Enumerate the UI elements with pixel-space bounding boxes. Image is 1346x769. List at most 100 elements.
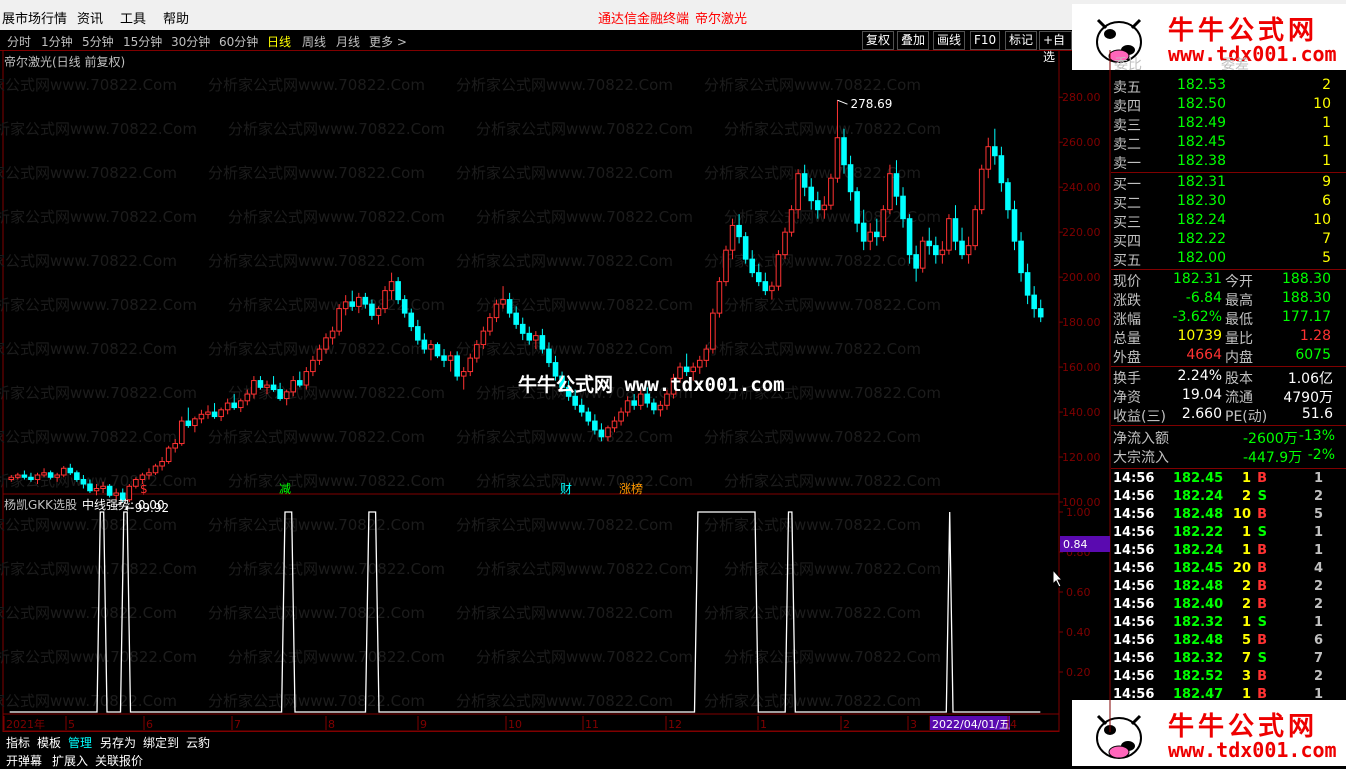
candle-body bbox=[972, 209, 978, 247]
tick-price: 182.32 bbox=[1173, 615, 1224, 630]
candle-body bbox=[546, 348, 552, 364]
background-watermark: 分析家公式网www.70822.Com bbox=[208, 516, 425, 534]
background-watermark: 分析家公式网www.70822.Com bbox=[704, 340, 921, 358]
tick-volume: 10 bbox=[1232, 507, 1251, 522]
period-tab-daily[interactable]: 日线 bbox=[267, 33, 291, 50]
event-marker-reduce[interactable]: 减 bbox=[279, 480, 291, 497]
background-watermark: 分析家公式网www.70822.Com bbox=[0, 560, 197, 578]
candle-body bbox=[959, 240, 965, 256]
flow-label: 大宗流入 bbox=[1113, 450, 1169, 466]
overlay-button[interactable]: 叠加 bbox=[897, 31, 930, 50]
candle-body bbox=[1031, 294, 1037, 310]
period-tab[interactable]: 周线 bbox=[302, 33, 326, 50]
period-tab[interactable]: 月线 bbox=[336, 33, 360, 50]
indicator-title: 杨凯GKK选股 bbox=[4, 498, 78, 512]
x-tick-label: 6 bbox=[146, 718, 153, 731]
tab-template[interactable]: 模板 bbox=[37, 734, 61, 751]
candle-body bbox=[480, 330, 487, 346]
candle-body bbox=[185, 420, 192, 427]
stat-row: 总量 10739 量比 1.28 bbox=[1111, 328, 1337, 347]
tick-side: B bbox=[1257, 597, 1267, 612]
fund-label: 收益(三) bbox=[1113, 409, 1166, 425]
period-tab[interactable]: 30分钟 bbox=[171, 33, 210, 50]
tab-indicator[interactable]: 指标 bbox=[6, 734, 30, 751]
tab-manage[interactable]: 管理 bbox=[68, 734, 92, 751]
background-watermark: 分析家公式网www.70822.Com bbox=[0, 76, 177, 94]
candle-body bbox=[887, 173, 893, 211]
candle-body bbox=[428, 344, 434, 350]
period-tab[interactable]: 1分钟 bbox=[41, 33, 73, 50]
candle-body bbox=[631, 400, 637, 406]
background-watermark: 分析家公式网www.70822.Com bbox=[0, 604, 177, 622]
candle-body bbox=[277, 389, 283, 400]
period-tab[interactable]: 5分钟 bbox=[82, 33, 114, 50]
tick-time: 14:56 bbox=[1113, 651, 1155, 666]
tick-time: 14:56 bbox=[1113, 615, 1155, 630]
tick-price: 182.22 bbox=[1173, 525, 1224, 540]
candle-body bbox=[375, 308, 382, 316]
candle-body bbox=[434, 344, 441, 357]
background-watermark: 分析家公式网www.70822.Com bbox=[476, 560, 693, 578]
candle-body bbox=[198, 413, 205, 420]
candle-body bbox=[1037, 308, 1044, 318]
background-watermark: 分析家公式网www.70822.Com bbox=[0, 472, 197, 490]
adjust-button[interactable]: 复权 bbox=[862, 31, 895, 50]
menu-tools[interactable]: 工具 bbox=[120, 8, 146, 27]
period-tab[interactable]: 60分钟 bbox=[219, 33, 258, 50]
draw-button[interactable]: 画线 bbox=[933, 31, 966, 50]
tab-cloud[interactable]: 云豹 bbox=[186, 734, 210, 751]
flow-pct: -13% bbox=[1298, 428, 1335, 444]
x-tick-label: 9 bbox=[420, 718, 427, 731]
bid-volume: 6 bbox=[1322, 193, 1331, 209]
stat-row: 外盘 4664 内盘 6075 bbox=[1111, 347, 1337, 366]
tick-row: 14:56 182.48 5 B 6 bbox=[1111, 633, 1337, 651]
candle-body bbox=[651, 402, 657, 411]
tab-related-quote[interactable]: 关联报价 bbox=[95, 752, 143, 769]
menu-market[interactable]: 展市场行情 bbox=[2, 8, 67, 27]
candle-body bbox=[788, 209, 795, 233]
fund-label: 流通 bbox=[1225, 390, 1253, 406]
period-more[interactable]: 更多 > bbox=[369, 33, 407, 50]
mark-button[interactable]: 标记 bbox=[1005, 31, 1038, 50]
stat-value: 182.31 bbox=[1173, 271, 1222, 287]
candle-body bbox=[401, 299, 408, 314]
add-watchlist-button[interactable]: +自选 bbox=[1039, 31, 1072, 64]
tab-save-as[interactable]: 另存为 bbox=[100, 734, 136, 751]
background-watermark: 分析家公式网www.70822.Com bbox=[704, 604, 921, 622]
tick-volume: 7 bbox=[1241, 651, 1251, 666]
ask-price: 182.45 bbox=[1177, 134, 1226, 150]
tick-side: S bbox=[1257, 651, 1267, 666]
period-tab[interactable]: 分时 bbox=[7, 33, 31, 50]
menu-help[interactable]: 帮助 bbox=[163, 8, 189, 27]
menu-info[interactable]: 资讯 bbox=[77, 8, 103, 27]
stat-label: 今开 bbox=[1225, 274, 1253, 290]
candle-body bbox=[21, 474, 28, 478]
stat-value: -3.62% bbox=[1172, 309, 1222, 325]
candle-body bbox=[231, 402, 238, 409]
candle-body bbox=[369, 303, 375, 316]
f10-button[interactable]: F10 bbox=[970, 31, 1001, 50]
background-watermark: 分析家公式网www.70822.Com bbox=[456, 692, 673, 710]
tick-price: 182.52 bbox=[1173, 669, 1224, 684]
background-watermark: 分析家公式网www.70822.Com bbox=[228, 120, 445, 138]
flow-pct: -2% bbox=[1307, 447, 1335, 463]
event-marker-dividend[interactable]: $ bbox=[140, 482, 148, 496]
flow-value: -447.9万 bbox=[1243, 450, 1303, 466]
y-tick-label: 0.60 bbox=[1066, 586, 1091, 599]
candle-body bbox=[880, 209, 887, 238]
candle-body bbox=[762, 281, 769, 292]
event-marker-finance[interactable]: 财 bbox=[560, 480, 572, 497]
tick-side: B bbox=[1257, 507, 1267, 522]
bid-level-label: 买三 bbox=[1113, 215, 1141, 231]
background-watermark: 分析家公式网www.70822.Com bbox=[704, 76, 921, 94]
period-tab[interactable]: 15分钟 bbox=[123, 33, 162, 50]
event-marker-rank[interactable]: 涨榜 bbox=[619, 480, 643, 497]
tick-count: 2 bbox=[1313, 597, 1323, 612]
tick-time: 14:56 bbox=[1113, 489, 1155, 504]
tick-price: 182.45 bbox=[1173, 561, 1224, 576]
tab-bind[interactable]: 绑定到 bbox=[143, 734, 179, 751]
tab-danmaku[interactable]: 开弹幕 bbox=[6, 752, 42, 769]
tab-expand[interactable]: 扩展入 bbox=[52, 752, 88, 769]
tick-volume: 3 bbox=[1241, 669, 1251, 684]
candle-body bbox=[992, 146, 998, 157]
